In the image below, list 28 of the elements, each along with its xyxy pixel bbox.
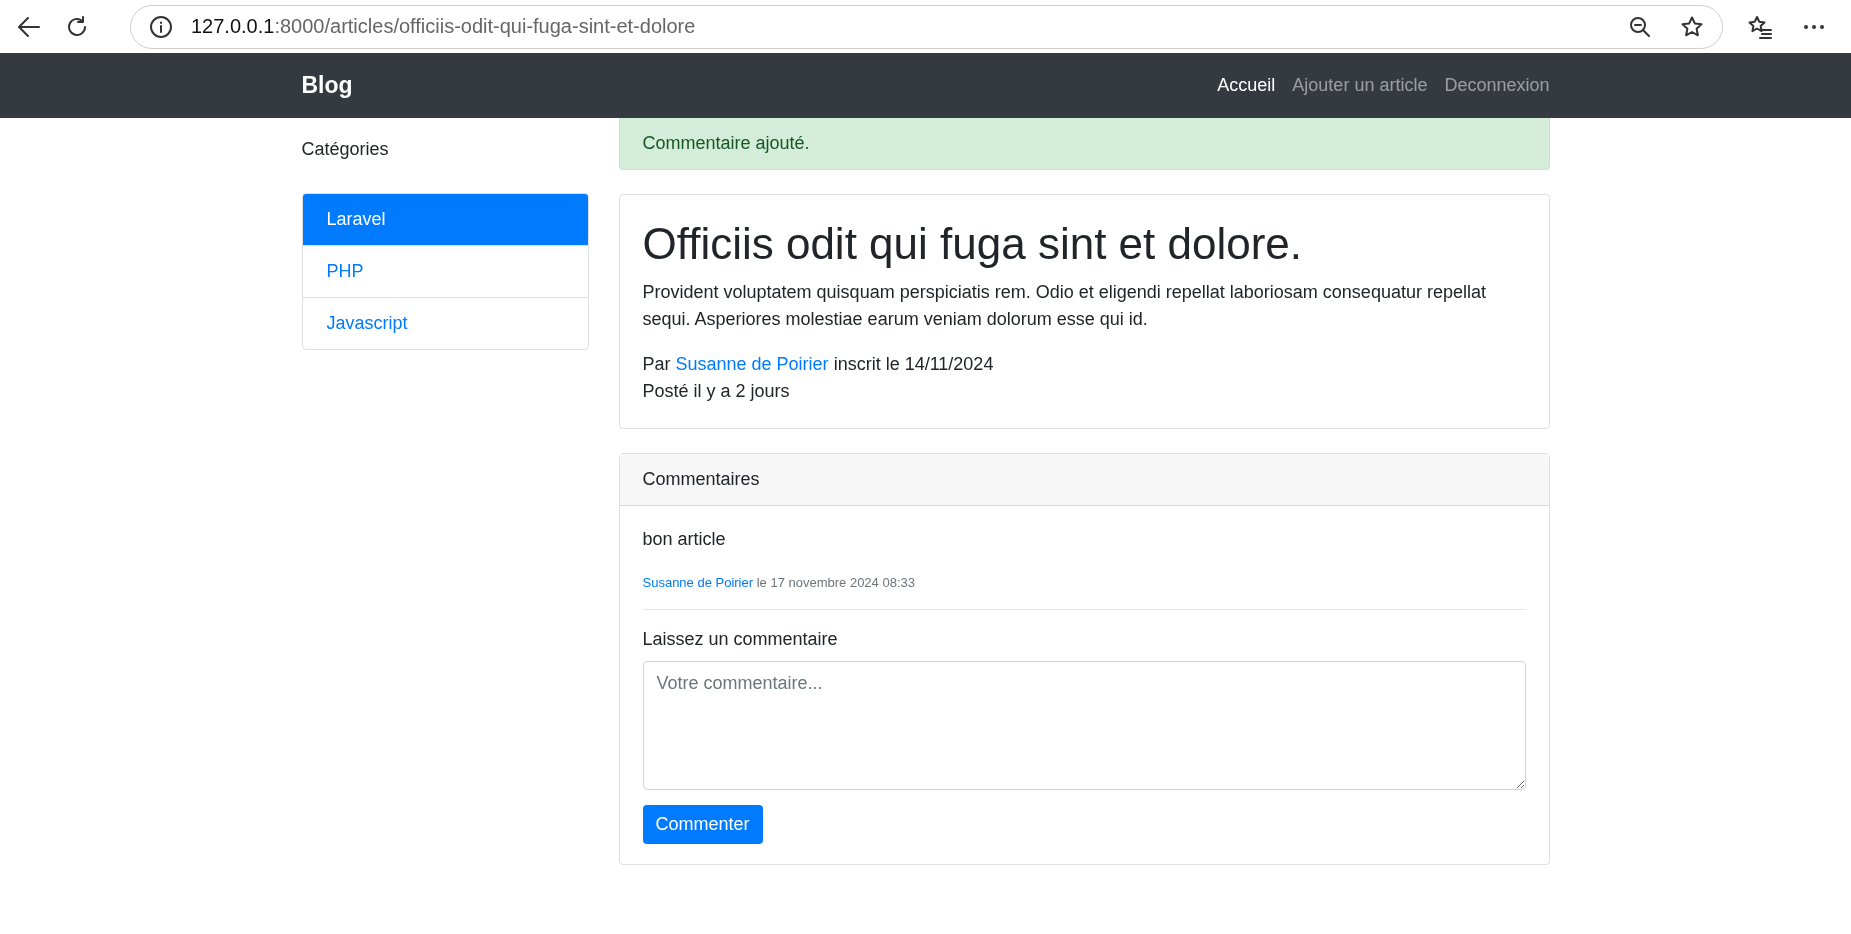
comments-header: Commentaires: [619, 453, 1549, 506]
nav-link[interactable]: Deconnexion: [1444, 75, 1550, 96]
article-title: Officiis odit qui fuga sint et dolore.: [642, 218, 1304, 270]
more-icon[interactable]: [1803, 23, 1825, 30]
author-line: Par Susanne de Poirier inscrit le 14/11/2024: [642, 352, 995, 376]
category-item[interactable]: PHP: [302, 245, 588, 297]
posted-date: Posté il y a 2 jours: [642, 379, 791, 403]
comment-meta: Susanne de Poirier le 17 novembre 2024 08:33: [642, 573, 916, 592]
article-body: Provident voluptatem quisquam perspiciatis rem. Odio et eligendi repellat laboriosam consequatur repellat sequi. Asperiores molestiae earum veniam dolorum esse qui id.: [642, 280, 1487, 331]
category-item[interactable]: Laravel: [302, 194, 588, 245]
info-icon[interactable]: [149, 14, 173, 39]
brand-link[interactable]: Blog: [301, 72, 353, 99]
comment-label: Laissez un commentaire: [642, 628, 839, 652]
category-item[interactable]: Javascript: [302, 297, 588, 349]
author-link[interactable]: Susanne de Poirier: [675, 353, 829, 374]
comment-author-link[interactable]: Susanne de Poirier: [642, 574, 754, 590]
url-path: :8000/articles/officiis-odit-qui-fuga-sint-et-dolore: [274, 15, 696, 38]
success-alert: Commentaire ajouté.: [618, 118, 1550, 170]
comment-field[interactable]: Votre commentaire...: [642, 661, 1526, 791]
favorites-icon[interactable]: [1747, 13, 1773, 40]
zoom-out-icon[interactable]: [1628, 14, 1652, 39]
star-icon[interactable]: [1680, 14, 1704, 39]
nav-link[interactable]: Accueil: [1217, 75, 1276, 96]
comment-text: bon article: [642, 527, 727, 551]
submit-button[interactable]: Commenter: [642, 805, 763, 845]
sidebar-title: Catégories: [301, 138, 390, 161]
nav-link[interactable]: Ajouter un article: [1292, 75, 1428, 96]
url-host: 127.0.0.1: [191, 15, 275, 38]
